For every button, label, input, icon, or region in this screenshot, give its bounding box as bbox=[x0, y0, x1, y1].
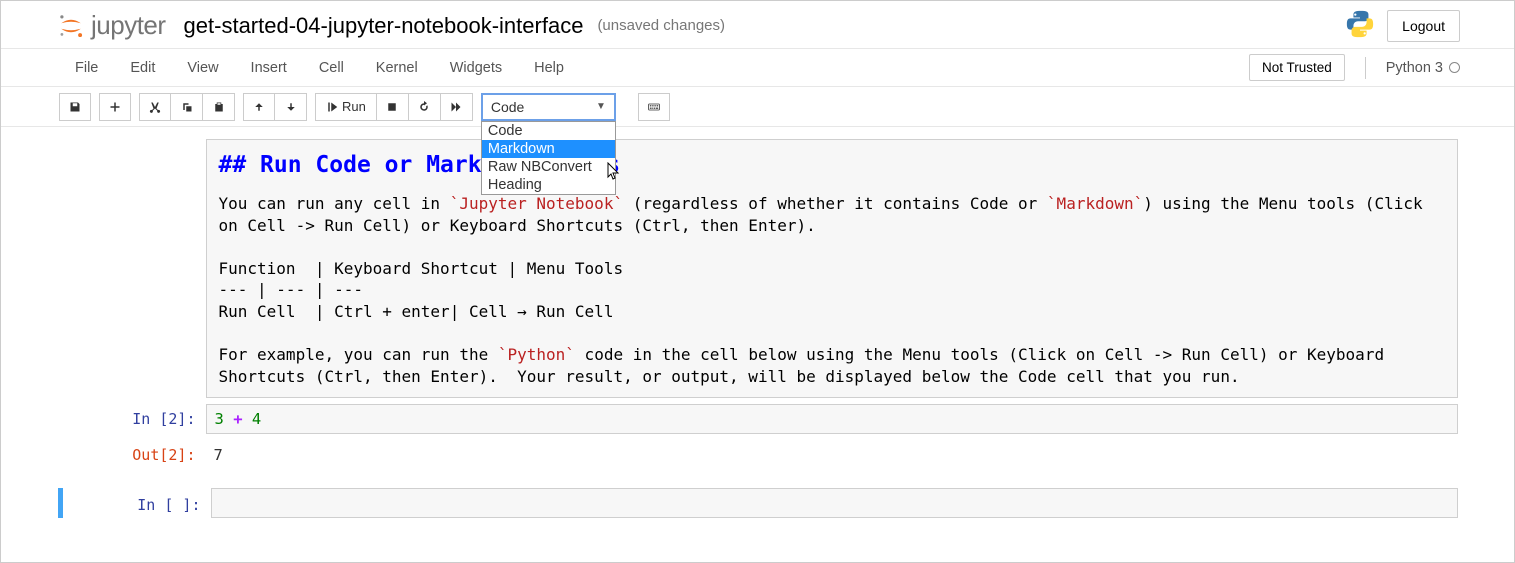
restart-run-all-button[interactable] bbox=[441, 93, 473, 121]
kernel-idle-icon bbox=[1449, 62, 1460, 73]
toolbar: Run Code ▼ Code Markdown Raw NBConvert H… bbox=[1, 87, 1514, 127]
kernel-label: Python 3 bbox=[1386, 60, 1443, 76]
paste-button[interactable] bbox=[203, 93, 235, 121]
cut-button[interactable] bbox=[139, 93, 171, 121]
menu-cell[interactable]: Cell bbox=[303, 52, 360, 84]
cell-type-option-markdown[interactable]: Markdown bbox=[482, 140, 615, 158]
num-b: 4 bbox=[252, 410, 261, 428]
menu-widgets[interactable]: Widgets bbox=[434, 52, 518, 84]
code-cell[interactable]: In [2]: 3 + 4 bbox=[58, 404, 1458, 434]
code-source[interactable]: 3 + 4 bbox=[206, 404, 1458, 434]
prompt-area bbox=[58, 139, 206, 398]
markdown-cell[interactable]: ## Run Code or Markdown Cells You can ru… bbox=[58, 139, 1458, 398]
header: jupyter get-started-04-jupyter-notebook-… bbox=[1, 1, 1514, 49]
save-status: (unsaved changes) bbox=[597, 17, 725, 34]
in-prompt: In [2]: bbox=[58, 404, 206, 434]
jupyter-logo[interactable]: jupyter bbox=[57, 10, 166, 41]
markdown-heading: ## Run Code or Markdown Cells bbox=[219, 150, 1445, 181]
menu-edit[interactable]: Edit bbox=[114, 52, 171, 84]
notebook-area: ## Run Code or Markdown Cells You can ru… bbox=[1, 127, 1514, 518]
restart-button[interactable] bbox=[409, 93, 441, 121]
num-a: 3 bbox=[215, 410, 224, 428]
cell-type-option-raw[interactable]: Raw NBConvert bbox=[482, 158, 615, 176]
logout-button[interactable]: Logout bbox=[1387, 10, 1460, 42]
out-prompt: Out[2]: bbox=[58, 440, 206, 470]
empty-code-cell[interactable]: In [ ]: bbox=[58, 488, 1458, 518]
kernel-name[interactable]: Python 3 bbox=[1386, 60, 1460, 76]
cell-type-value: Code bbox=[491, 99, 524, 115]
divider bbox=[1365, 57, 1366, 79]
cell-type-select[interactable]: Code ▼ bbox=[481, 93, 616, 121]
chevron-down-icon: ▼ bbox=[596, 101, 606, 112]
run-label: Run bbox=[342, 99, 366, 114]
menu-insert[interactable]: Insert bbox=[235, 52, 303, 84]
markdown-source[interactable]: ## Run Code or Markdown Cells You can ru… bbox=[206, 139, 1458, 398]
run-button[interactable]: Run bbox=[315, 93, 377, 121]
empty-source[interactable] bbox=[211, 488, 1458, 518]
move-up-button[interactable] bbox=[243, 93, 275, 121]
save-button[interactable] bbox=[59, 93, 91, 121]
interrupt-button[interactable] bbox=[377, 93, 409, 121]
cell-type-option-code[interactable]: Code bbox=[482, 122, 615, 140]
trust-button[interactable]: Not Trusted bbox=[1249, 54, 1345, 81]
logo-text: jupyter bbox=[91, 10, 166, 41]
menu-file[interactable]: File bbox=[59, 52, 114, 84]
menu-view[interactable]: View bbox=[171, 52, 234, 84]
python-icon bbox=[1345, 9, 1375, 42]
insert-cell-button[interactable] bbox=[99, 93, 131, 121]
op: + bbox=[233, 410, 242, 428]
menubar: File Edit View Insert Cell Kernel Widget… bbox=[1, 49, 1514, 87]
notebook-title[interactable]: get-started-04-jupyter-notebook-interfac… bbox=[184, 13, 584, 39]
markdown-body: You can run any cell in `Jupyter Noteboo… bbox=[219, 193, 1445, 387]
in-prompt-empty: In [ ]: bbox=[63, 488, 211, 518]
output-value: 7 bbox=[206, 440, 1458, 470]
menu-kernel[interactable]: Kernel bbox=[360, 52, 434, 84]
command-palette-button[interactable] bbox=[638, 93, 670, 121]
copy-button[interactable] bbox=[171, 93, 203, 121]
output-cell: Out[2]: 7 bbox=[58, 440, 1458, 470]
menu-help[interactable]: Help bbox=[518, 52, 580, 84]
cell-type-dropdown: Code Markdown Raw NBConvert Heading bbox=[481, 121, 616, 195]
cell-type-option-heading[interactable]: Heading bbox=[482, 176, 615, 194]
move-down-button[interactable] bbox=[275, 93, 307, 121]
